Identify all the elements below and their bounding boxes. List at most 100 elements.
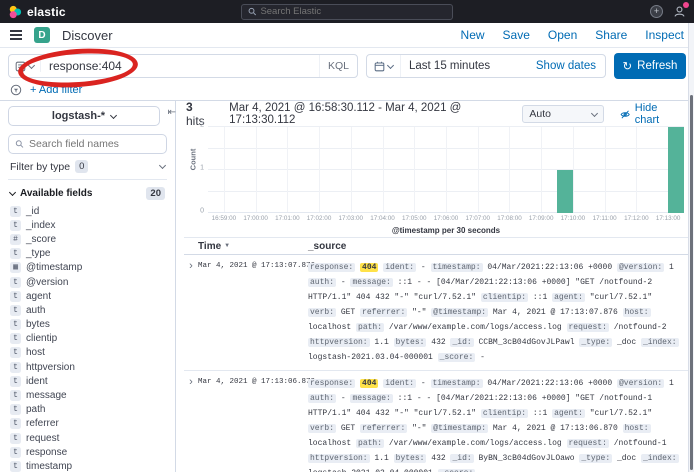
string-field-icon: t	[10, 291, 21, 302]
menu-icon[interactable]	[10, 30, 22, 40]
source-field-badge: timestamp:	[431, 263, 483, 272]
saved-query-menu[interactable]	[15, 61, 41, 72]
global-search[interactable]	[241, 4, 453, 20]
field-item-path[interactable]: tpath	[8, 403, 167, 417]
query-language-button[interactable]: KQL	[319, 55, 357, 77]
field-item-response[interactable]: tresponse	[8, 445, 167, 459]
source-field-badge: agent:	[552, 293, 585, 302]
field-item-referrer[interactable]: t referrer	[8, 417, 167, 431]
field-item-_type[interactable]: t_type	[8, 247, 167, 261]
doc-row: ›Mar 4, 2021 @ 17:13:06.870response: 404…	[184, 371, 688, 472]
source-field-badge: timestamp:	[431, 379, 483, 388]
field-item-timestamp[interactable]: ttimestamp	[8, 459, 167, 472]
field-item-request[interactable]: trequest	[8, 431, 167, 445]
interval-select[interactable]: Auto	[522, 105, 604, 123]
expand-doc-icon[interactable]: ›	[184, 376, 198, 388]
add-filter-button[interactable]: + Add filter	[30, 84, 82, 96]
source-field-badge: message:	[350, 278, 392, 287]
field-item-bytes[interactable]: tbytes	[8, 318, 167, 332]
source-field-badge: _index:	[641, 454, 679, 463]
field-item-clientip[interactable]: tclientip	[8, 332, 167, 346]
field-item-host[interactable]: thost	[8, 346, 167, 360]
show-dates-button[interactable]: Show dates	[527, 60, 605, 72]
field-item-_score[interactable]: #_score	[8, 232, 167, 246]
field-name: @timestamp	[26, 262, 82, 273]
highlighted-value: 404	[360, 379, 378, 388]
chevron-down-icon	[110, 111, 117, 118]
header-menu-icon[interactable]: +	[650, 5, 663, 18]
saved-query-icon[interactable]	[10, 84, 22, 96]
field-item-_index[interactable]: t_index	[8, 218, 167, 232]
refresh-icon: ↻	[623, 59, 633, 73]
histogram-plot[interactable]	[208, 127, 684, 213]
field-item-ident[interactable]: tident	[8, 374, 167, 388]
search-icon	[248, 7, 256, 16]
field-item-auth[interactable]: tauth	[8, 303, 167, 317]
field-item-agent[interactable]: tagent	[8, 289, 167, 303]
source-field-badge: _score:	[438, 353, 476, 362]
hide-chart-button[interactable]: Hide chart	[620, 102, 682, 126]
save-button[interactable]: Save	[503, 28, 530, 42]
string-field-icon: t	[10, 433, 21, 444]
histogram-bar[interactable]	[557, 170, 573, 213]
expand-doc-icon[interactable]: ›	[184, 260, 198, 272]
field-search[interactable]	[8, 134, 167, 154]
time-column-header[interactable]: Time ▼	[198, 241, 308, 252]
available-fields-header[interactable]: Available fields 20	[8, 180, 167, 204]
doc-time: Mar 4, 2021 @ 17:13:06.870	[198, 376, 308, 386]
field-item-_id[interactable]: t_id	[8, 204, 167, 218]
user-avatar[interactable]	[673, 5, 686, 18]
field-search-input[interactable]	[29, 138, 160, 150]
source-field-badge: message:	[350, 394, 392, 403]
time-range-button[interactable]: Last 15 minutes	[401, 60, 498, 72]
string-field-icon: t	[10, 206, 21, 217]
string-field-icon: t	[10, 418, 21, 429]
field-list: t_idt_index#_scoret_type▦@timestampt@ver…	[8, 204, 167, 472]
string-field-icon: t	[10, 347, 21, 358]
discover-app-badge[interactable]: D	[34, 27, 50, 43]
quick-select-menu[interactable]	[367, 55, 401, 77]
share-button[interactable]: Share	[595, 28, 627, 42]
field-name: message	[26, 390, 67, 401]
source-field-badge: @timestamp:	[431, 308, 488, 317]
field-item-@timestamp[interactable]: ▦@timestamp	[8, 261, 167, 275]
source-field-badge: verb:	[308, 424, 336, 433]
query-input[interactable]: response:404 KQL	[8, 54, 358, 78]
field-name: path	[26, 404, 45, 415]
kibana-discover-page: elastic + D Discover New Sa	[0, 0, 694, 472]
histogram-bar[interactable]	[668, 127, 684, 213]
brand-name: elastic	[27, 5, 66, 19]
index-pattern-switcher[interactable]: logstash-*	[8, 106, 160, 126]
eye-slash-icon	[620, 109, 630, 120]
string-field-icon: t	[10, 333, 21, 344]
elastic-logo[interactable]: elastic	[8, 5, 66, 19]
filter-type-count-badge: 0	[75, 160, 88, 173]
field-item-@version[interactable]: t@version	[8, 275, 167, 289]
string-field-icon: t	[10, 220, 21, 231]
field-item-httpversion[interactable]: thttpversion	[8, 360, 167, 374]
field-name: referrer	[26, 418, 59, 429]
scrollbar-thumb[interactable]	[690, 95, 693, 470]
field-item-message[interactable]: tmessage	[8, 388, 167, 402]
string-field-icon: t	[10, 305, 21, 316]
calendar-icon	[374, 61, 385, 72]
global-search-input[interactable]	[260, 6, 446, 17]
collapse-sidebar-icon[interactable]: ⇤	[168, 107, 176, 118]
refresh-button[interactable]: ↻ Refresh	[614, 53, 686, 79]
inspect-button[interactable]: Inspect	[645, 28, 684, 42]
source-field-badge: bytes:	[394, 454, 427, 463]
new-button[interactable]: New	[461, 28, 485, 42]
scrollbar[interactable]	[688, 23, 694, 472]
filter-by-type[interactable]: Filter by type 0	[8, 154, 167, 180]
query-text[interactable]: response:404	[41, 59, 319, 73]
string-field-icon: t	[10, 277, 21, 288]
global-header: elastic +	[0, 0, 694, 23]
chevron-down-icon	[159, 162, 166, 169]
string-field-icon: t	[10, 404, 21, 415]
source-field-badge: auth:	[308, 394, 336, 403]
string-field-icon: t	[10, 447, 21, 458]
source-field-badge: path:	[356, 323, 384, 332]
source-field-badge: @version:	[617, 379, 664, 388]
open-button[interactable]: Open	[548, 28, 577, 42]
field-name: host	[26, 347, 45, 358]
